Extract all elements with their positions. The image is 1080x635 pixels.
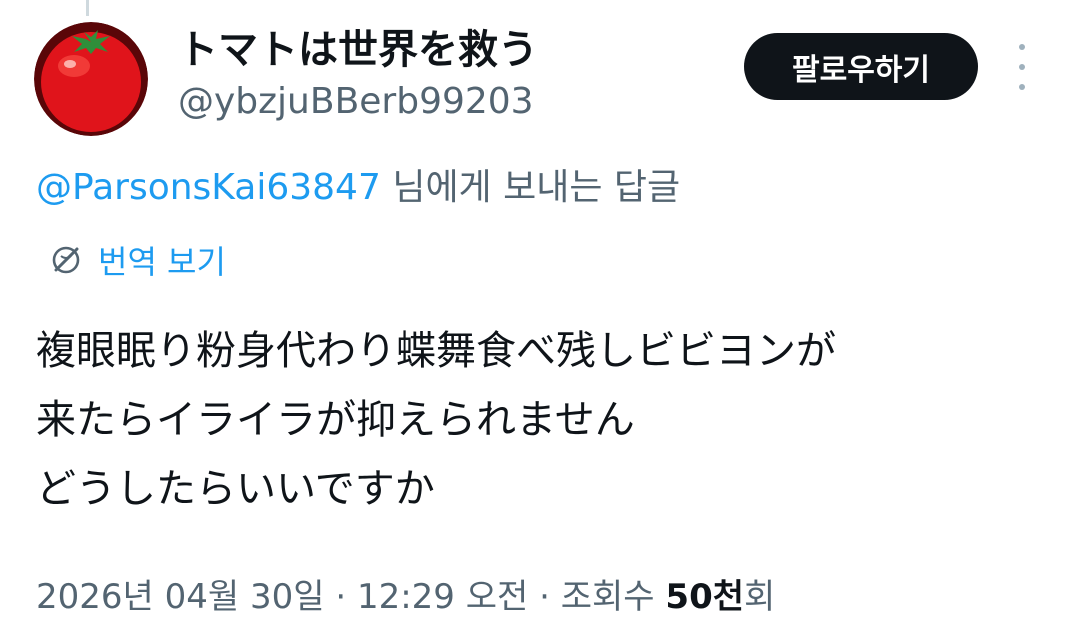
author-handle[interactable]: @ybzjuBBerb99203	[178, 78, 534, 126]
translate-link[interactable]: 번역 보기	[48, 238, 226, 282]
more-vertical-icon[interactable]	[1010, 44, 1034, 90]
tweet-line: 来たらイライラが抑えられません	[36, 397, 635, 443]
tomato-icon	[34, 22, 148, 136]
follow-button[interactable]: 팔로우하기	[744, 33, 978, 100]
tweet-time[interactable]: 12:29 오전	[357, 577, 528, 617]
author-display-name[interactable]: トマトは世界を救う	[178, 22, 538, 78]
avatar[interactable]	[34, 22, 148, 136]
tweet-line: 複眼眠り粉身代わり蝶舞食べ残しビビヨンが	[36, 328, 836, 374]
tweet-view: トマトは世界を救う @ybzjuBBerb99203 팔로우하기 @Parson…	[0, 0, 1080, 635]
globe-slash-icon	[52, 246, 80, 274]
tweet-date[interactable]: 2026년 04월 30일	[36, 577, 325, 617]
views-suffix: 회	[744, 577, 776, 617]
reply-mention-link[interactable]: @ParsonsKai63847	[36, 167, 381, 208]
tweet-text: 複眼眠り粉身代わり蝶舞食べ残しビビヨンが 来たらイライラが抑えられません どうし…	[36, 322, 836, 518]
tweet-meta: 2026년 04월 30일 · 12:29 오전 · 조회수 50천회	[36, 572, 775, 622]
tweet-line: どうしたらいいですか	[36, 466, 435, 512]
meta-separator: ·	[324, 577, 357, 617]
translate-label: 번역 보기	[98, 243, 226, 281]
views-count: 50천	[665, 577, 745, 617]
meta-separator: ·	[528, 577, 561, 617]
reply-context: @ParsonsKai63847 님에게 보내는 답글	[36, 162, 680, 214]
views-label: 조회수	[560, 577, 666, 617]
reply-context-suffix: 님에게 보내는 답글	[380, 167, 681, 208]
thread-connector-line	[86, 0, 89, 16]
